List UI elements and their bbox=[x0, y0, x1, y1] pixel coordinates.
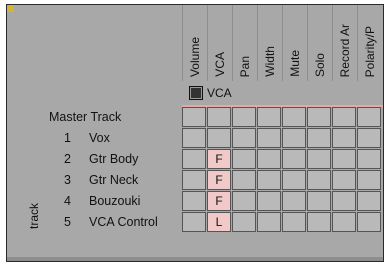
grid-cell-solo[interactable] bbox=[307, 107, 331, 127]
grid-cell-pan[interactable] bbox=[232, 212, 256, 232]
grid-cell-pan[interactable] bbox=[232, 170, 256, 190]
grid-cell-pan[interactable] bbox=[232, 128, 256, 148]
grid-cell-polarity[interactable] bbox=[357, 149, 381, 169]
grid-cell-record-arm[interactable] bbox=[332, 107, 356, 127]
column-header-polarity[interactable]: Polarity/P bbox=[357, 5, 382, 81]
grid-cell-width[interactable] bbox=[257, 191, 281, 211]
grid-row: L bbox=[182, 212, 382, 232]
grid-cell-vca[interactable]: F bbox=[207, 149, 231, 169]
grid-cell-mute[interactable] bbox=[282, 107, 306, 127]
grid-cell-solo[interactable] bbox=[307, 170, 331, 190]
grid-cell-volume[interactable] bbox=[182, 149, 206, 169]
grid-cell-polarity[interactable] bbox=[357, 107, 381, 127]
column-header-vca[interactable]: VCA bbox=[207, 5, 232, 81]
grid-cell-volume[interactable] bbox=[182, 170, 206, 190]
grid-cell-record-arm[interactable] bbox=[332, 128, 356, 148]
column-header-record-arm[interactable]: Record Ar bbox=[332, 5, 357, 81]
grid-cell-width[interactable] bbox=[257, 107, 281, 127]
grid-cell-width[interactable] bbox=[257, 128, 281, 148]
grid-cell-width[interactable] bbox=[257, 149, 281, 169]
grid-cell-solo[interactable] bbox=[307, 149, 331, 169]
track-name: Vox bbox=[89, 131, 110, 145]
grid-cell-record-arm[interactable] bbox=[332, 191, 356, 211]
grid-cell-polarity[interactable] bbox=[357, 191, 381, 211]
grid-row bbox=[182, 107, 382, 127]
grid-cell-vca[interactable] bbox=[207, 128, 231, 148]
track-axis-label: track bbox=[27, 203, 41, 230]
grid-cell-record-arm[interactable] bbox=[332, 170, 356, 190]
track-name: Gtr Neck bbox=[89, 173, 139, 187]
grid-cell-pan[interactable] bbox=[232, 107, 256, 127]
grid-cell-vca[interactable] bbox=[207, 107, 231, 127]
column-header-pan[interactable]: Pan bbox=[232, 5, 257, 81]
column-header-volume[interactable]: Volume bbox=[182, 5, 207, 81]
grid-cell-mute[interactable] bbox=[282, 170, 306, 190]
grid-cell-solo[interactable] bbox=[307, 128, 331, 148]
grid-cell-polarity[interactable] bbox=[357, 128, 381, 148]
track-name: VCA Control bbox=[89, 215, 158, 229]
grid-cell-volume[interactable] bbox=[182, 128, 206, 148]
grid-cell-record-arm[interactable] bbox=[332, 212, 356, 232]
grid-cell-mute[interactable] bbox=[282, 128, 306, 148]
grid-cell-pan[interactable] bbox=[232, 149, 256, 169]
grid-row: F bbox=[182, 170, 382, 190]
group-color-swatch[interactable] bbox=[189, 86, 203, 100]
track-number: 5 bbox=[64, 215, 71, 229]
group-matrix-panel: Volume VCA Pan Width Mute Solo Record Ar… bbox=[6, 4, 384, 262]
track-row-master[interactable]: Master Track bbox=[7, 107, 182, 127]
grid-row: F bbox=[182, 191, 382, 211]
grid-cell-solo[interactable] bbox=[307, 212, 331, 232]
track-row[interactable]: 1 Vox bbox=[7, 128, 182, 148]
grid-row: F bbox=[182, 149, 382, 169]
track-number: 1 bbox=[64, 131, 71, 145]
grid-cell-volume[interactable] bbox=[182, 191, 206, 211]
grid-cell-polarity[interactable] bbox=[357, 170, 381, 190]
column-header-mute[interactable]: Mute bbox=[282, 5, 307, 81]
track-row[interactable]: 3 Gtr Neck bbox=[7, 170, 182, 190]
grid-cell-vca[interactable]: L bbox=[207, 212, 231, 232]
grid-cell-vca[interactable]: F bbox=[207, 191, 231, 211]
grid-cell-mute[interactable] bbox=[282, 212, 306, 232]
track-name: Master Track bbox=[49, 110, 122, 124]
group-selector[interactable]: VCA bbox=[187, 81, 232, 105]
grid-cell-vca[interactable]: F bbox=[207, 170, 231, 190]
membership-grid: FFFL bbox=[182, 107, 382, 233]
grid-cell-record-arm[interactable] bbox=[332, 149, 356, 169]
track-name: Gtr Body bbox=[89, 152, 139, 166]
column-header-solo[interactable]: Solo bbox=[307, 5, 332, 81]
track-number: 2 bbox=[64, 152, 71, 166]
grid-cell-solo[interactable] bbox=[307, 191, 331, 211]
grid-cell-mute[interactable] bbox=[282, 191, 306, 211]
track-name: Bouzouki bbox=[89, 194, 141, 208]
track-number: 3 bbox=[64, 173, 71, 187]
grid-cell-volume[interactable] bbox=[182, 212, 206, 232]
bottom-edge bbox=[7, 257, 383, 261]
grid-cell-volume[interactable] bbox=[182, 107, 206, 127]
column-headers: Volume VCA Pan Width Mute Solo Record Ar… bbox=[7, 5, 383, 85]
grid-cell-width[interactable] bbox=[257, 170, 281, 190]
group-name: VCA bbox=[207, 86, 232, 100]
column-header-width[interactable]: Width bbox=[257, 5, 282, 81]
track-number: 4 bbox=[64, 194, 71, 208]
grid-row bbox=[182, 128, 382, 148]
grid-cell-pan[interactable] bbox=[232, 191, 256, 211]
grid-cell-width[interactable] bbox=[257, 212, 281, 232]
track-row[interactable]: 2 Gtr Body bbox=[7, 149, 182, 169]
grid-cell-polarity[interactable] bbox=[357, 212, 381, 232]
grid-cell-mute[interactable] bbox=[282, 149, 306, 169]
